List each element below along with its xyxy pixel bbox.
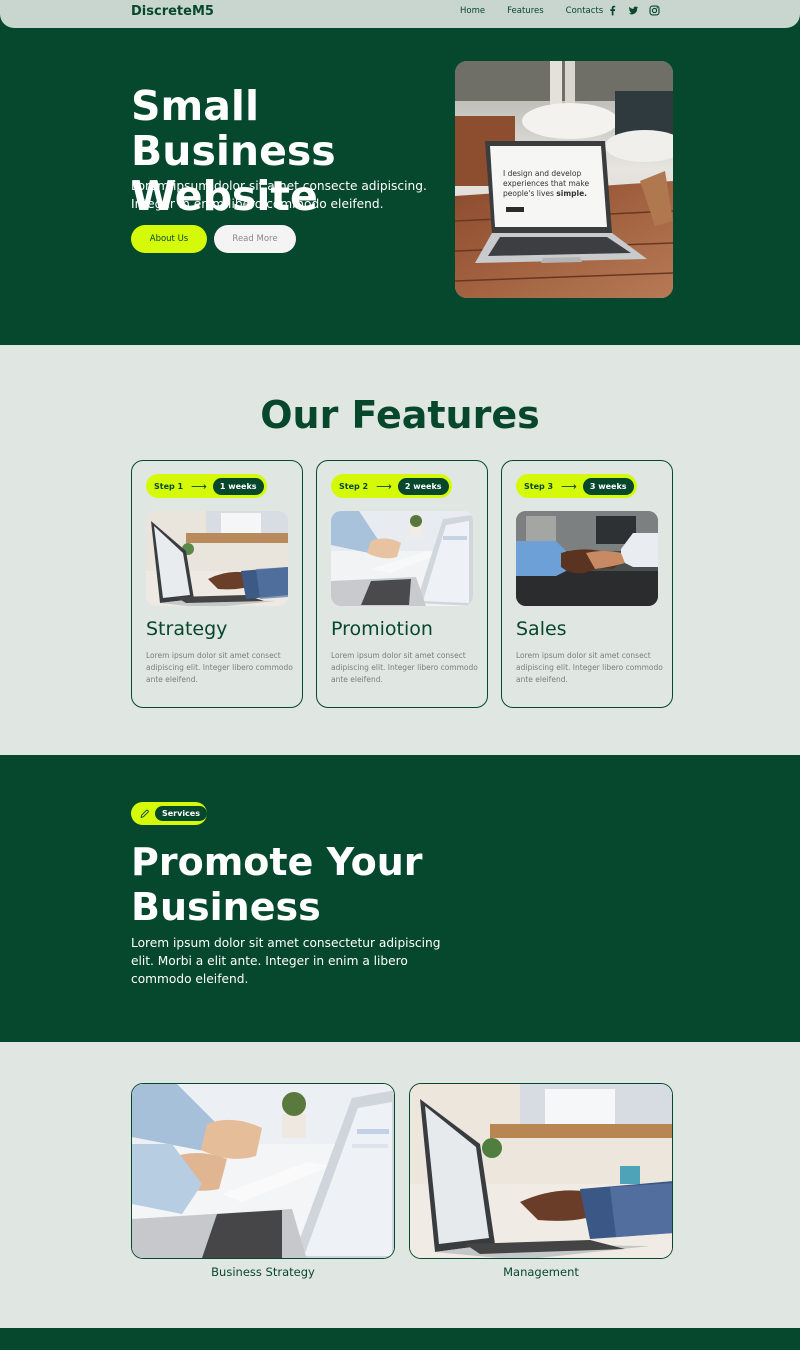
feature-description: Lorem ipsum dolor sit amet consect adipi… bbox=[146, 651, 293, 684]
hero-laptop-image: I design and develop experiences that ma… bbox=[455, 61, 673, 298]
feature-title: Strategy bbox=[146, 618, 228, 640]
feature-card-strategy[interactable]: Step 1 ⟶ 1 weeks Strategy Lorem ipsum do… bbox=[131, 460, 303, 708]
step-pill: Step 2 ⟶ 2 weeks bbox=[331, 474, 452, 498]
feature-image-desk bbox=[331, 511, 473, 606]
hero-subtitle: Lorem ipsum dolor sit amet consecte adip… bbox=[131, 179, 427, 211]
footer-band bbox=[0, 1328, 800, 1350]
svg-text:experiences that make: experiences that make bbox=[503, 179, 589, 188]
feature-description: Lorem ipsum dolor sit amet consect adipi… bbox=[331, 651, 478, 684]
duration-badge: 2 weeks bbox=[397, 477, 449, 495]
instagram-icon[interactable] bbox=[648, 4, 661, 17]
services-badge: Services bbox=[131, 802, 207, 825]
feature-description: Lorem ipsum dolor sit amet consect adipi… bbox=[516, 651, 663, 684]
step-pill: Step 3 ⟶ 3 weeks bbox=[516, 474, 637, 498]
hero-section: Small Business Website Lorem ipsum dolor… bbox=[0, 0, 800, 345]
social-links bbox=[606, 4, 661, 17]
svg-text:people's lives simple.: people's lives simple. bbox=[503, 189, 587, 198]
services-subtitle: Lorem ipsum dolor sit amet consectetur a… bbox=[131, 936, 441, 986]
feature-card-sales[interactable]: Step 3 ⟶ 3 weeks Sales Lorem ipsum dolor… bbox=[501, 460, 673, 708]
arrow-right-icon: ⟶ bbox=[376, 479, 392, 493]
nav-home-link[interactable]: Home bbox=[460, 6, 485, 16]
top-navbar: DiscreteM5 Home Features Contacts bbox=[0, 0, 800, 28]
twitter-icon[interactable] bbox=[627, 4, 640, 17]
nav-links: Home Features Contacts bbox=[460, 6, 603, 16]
features-section: Our Features Step 1 ⟶ 1 weeks Strategy L… bbox=[0, 345, 800, 755]
gallery-image-management[interactable] bbox=[409, 1083, 673, 1259]
feature-card-promotion[interactable]: Step 2 ⟶ 2 weeks Promiotion Lorem ipsum … bbox=[316, 460, 488, 708]
services-title: Promote Your Business bbox=[131, 840, 423, 929]
arrow-right-icon: ⟶ bbox=[191, 479, 207, 493]
brand-logo[interactable]: DiscreteM5 bbox=[131, 4, 214, 19]
pencil-icon bbox=[140, 809, 149, 818]
about-us-button[interactable]: About Us bbox=[131, 225, 207, 253]
gallery-section: Business Strategy Management bbox=[0, 1042, 800, 1328]
feature-title: Promiotion bbox=[331, 618, 433, 640]
features-title: Our Features bbox=[260, 393, 540, 437]
step-label: Step 3 bbox=[524, 481, 554, 491]
read-more-button[interactable]: Read More bbox=[214, 225, 296, 253]
feature-image-handshake bbox=[516, 511, 658, 606]
gallery-image-business-strategy[interactable] bbox=[131, 1083, 395, 1259]
feature-image-typing bbox=[146, 511, 288, 606]
step-pill: Step 1 ⟶ 1 weeks bbox=[146, 474, 267, 498]
step-label: Step 2 bbox=[339, 481, 369, 491]
gallery-caption: Management bbox=[503, 1265, 579, 1279]
duration-badge: 1 weeks bbox=[212, 477, 264, 495]
nav-features-link[interactable]: Features bbox=[507, 6, 544, 16]
nav-contacts-link[interactable]: Contacts bbox=[566, 6, 604, 16]
feature-title: Sales bbox=[516, 618, 567, 640]
arrow-right-icon: ⟶ bbox=[561, 479, 577, 493]
gallery-caption: Business Strategy bbox=[211, 1265, 315, 1279]
services-label: Services bbox=[154, 806, 207, 821]
duration-badge: 3 weeks bbox=[582, 477, 634, 495]
facebook-icon[interactable] bbox=[606, 4, 619, 17]
step-label: Step 1 bbox=[154, 481, 184, 491]
svg-text:I design and develop: I design and develop bbox=[503, 169, 581, 178]
services-section: Services Promote Your Business Lorem ips… bbox=[0, 755, 800, 1042]
